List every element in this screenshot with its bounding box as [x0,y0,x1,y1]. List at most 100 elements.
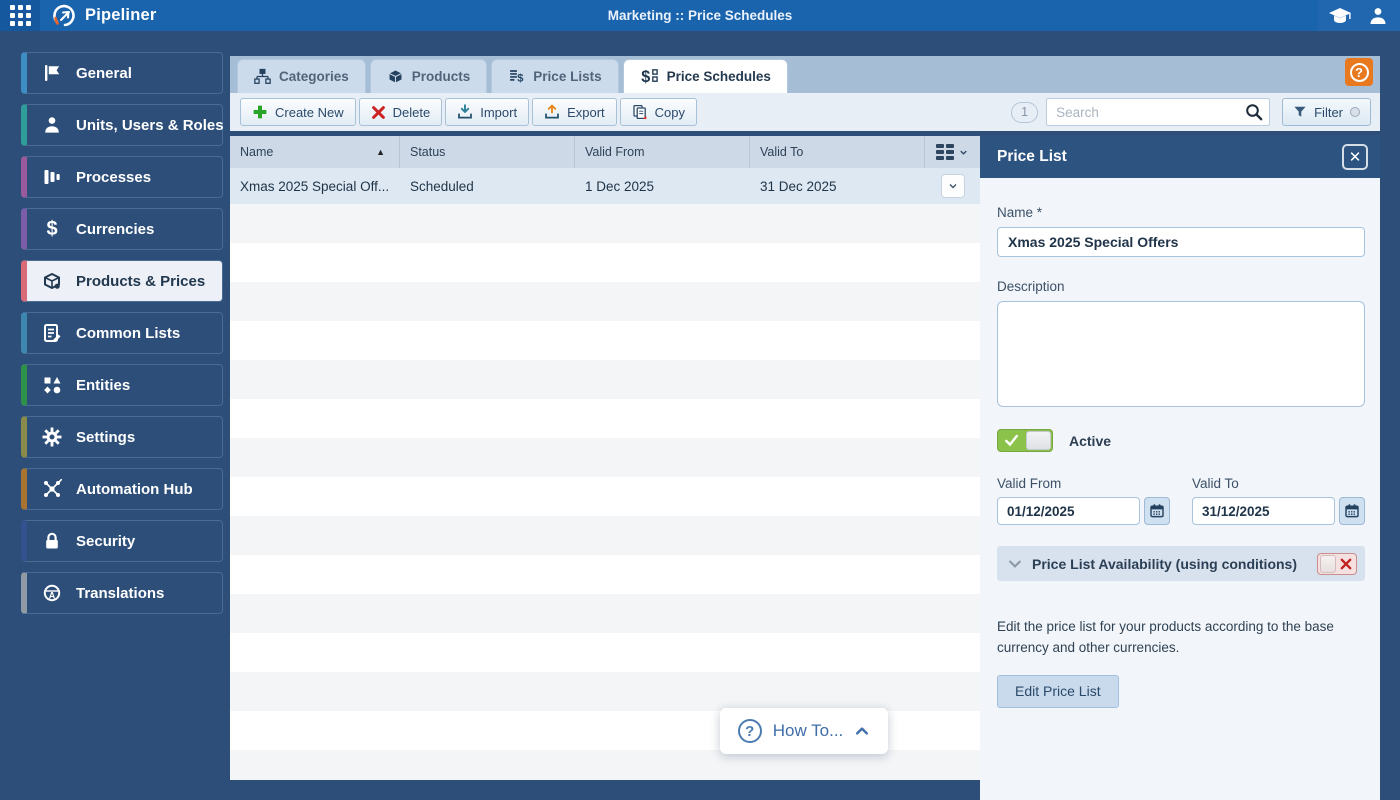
search-input[interactable] [1046,98,1270,126]
filter-button[interactable]: Filter [1282,98,1371,126]
delete-button[interactable]: Delete [359,98,443,126]
chevron-down-icon [947,180,959,192]
app-name: Pipeliner [85,6,157,25]
svg-text:A: A [49,591,56,601]
copy-icon [632,104,648,120]
calendar-icon [1344,503,1360,519]
tab-label: Price Lists [533,69,601,84]
sidebar-item-settings[interactable]: Settings [21,416,223,458]
table-row[interactable]: Xmas 2025 Special Off... Scheduled 1 Dec… [230,168,980,204]
export-button[interactable]: Export [532,98,617,126]
svg-text:$: $ [518,73,524,85]
price-list-panel: Price List ✕ Name * Description Active [980,135,1380,800]
sidebar-item-entities[interactable]: Entities [21,364,223,406]
column-header-status[interactable]: Status [400,136,575,168]
gear-icon [41,426,63,448]
active-label: Active [1069,433,1111,449]
copy-button[interactable]: Copy [620,98,697,126]
sidebar-item-label: Entities [76,377,130,394]
entities-icon [41,374,63,396]
toggle-knob [1026,431,1051,450]
help-button[interactable]: ? [1345,58,1373,86]
valid-from-calendar-button[interactable] [1144,497,1170,525]
calendar-icon [1149,503,1165,519]
valid-to-field[interactable] [1192,497,1335,525]
column-header-valid-to[interactable]: Valid To [750,136,925,168]
name-label: Name * [997,205,1363,220]
edit-hint-text: Edit the price list for your products ac… [997,617,1359,659]
sidebar-item-label: Security [76,533,135,550]
empty-rows-area [230,204,980,780]
common-lists-icon [41,322,63,344]
import-button[interactable]: Import [445,98,529,126]
check-icon [1004,433,1019,448]
valid-to-calendar-button[interactable] [1339,497,1365,525]
sidebar-item-common-lists[interactable]: Common Lists [21,312,223,354]
close-button[interactable]: ✕ [1342,144,1368,170]
learning-button[interactable] [1325,3,1355,29]
description-field[interactable] [997,301,1365,407]
column-header-valid-from[interactable]: Valid From [575,136,750,168]
how-to-label: How To... [773,721,844,741]
chevron-up-icon [854,723,870,739]
delete-x-icon [371,105,386,120]
availability-section-header[interactable]: Price List Availability (using condition… [997,546,1365,581]
export-icon [544,104,560,120]
sidebar-item-label: Translations [76,585,164,602]
description-label: Description [997,279,1363,294]
sidebar-item-general[interactable]: General [21,52,223,94]
create-new-button[interactable]: Create New [240,98,356,126]
tab-categories[interactable]: Categories [237,59,366,93]
profile-button[interactable] [1363,3,1393,29]
column-header-name[interactable]: Name ▲ [230,136,400,168]
lock-icon [41,530,63,552]
record-count-badge: 1 [1011,102,1038,123]
user-icon [1368,6,1388,26]
name-field[interactable] [997,227,1365,257]
tab-label: Categories [279,69,349,84]
import-icon [457,104,473,120]
waffle-icon [10,5,31,26]
page-title: Marketing :: Price Schedules [0,8,1400,23]
tab-price-lists[interactable]: $ Price Lists [491,59,618,93]
sidebar-item-automation-hub[interactable]: Automation Hub [21,468,223,510]
users-icon [41,114,63,136]
tab-products[interactable]: Products [370,59,488,93]
tab-price-schedules[interactable]: $ Price Schedules [623,59,788,93]
app-switcher-button[interactable] [0,0,40,31]
column-label: Status [410,145,445,159]
products-prices-icon [41,270,63,292]
toggle-knob [1320,555,1336,573]
sidebar-item-label: Currencies [76,221,154,238]
edit-price-list-button[interactable]: Edit Price List [997,675,1119,708]
categories-icon [254,68,271,85]
row-actions-dropdown[interactable] [941,174,965,198]
active-toggle[interactable] [997,429,1053,452]
sidebar-item-units-users-roles[interactable]: Units, Users & Roles [21,104,223,146]
sidebar-item-label: Common Lists [76,325,180,342]
how-to-button[interactable]: ? How To... [720,708,888,754]
sidebar-item-currencies[interactable]: $ Currencies [21,208,223,250]
table-header: Name ▲ Status Valid From Valid To [230,136,980,168]
sidebar-item-label: Settings [76,429,135,446]
sidebar-item-translations[interactable]: A Translations [21,572,223,614]
cell-valid-to: 31 Dec 2025 [750,179,925,194]
sidebar-item-security[interactable]: Security [21,520,223,562]
button-label: Export [567,105,605,120]
search-icon[interactable] [1244,102,1264,122]
tab-label: Products [412,69,471,84]
panel-title: Price List [997,148,1067,166]
sidebar-item-processes[interactable]: Processes [21,156,223,198]
panel-body: Name * Description Active Valid From [980,178,1380,708]
sidebar-item-label: Automation Hub [76,481,193,498]
active-toggle-row: Active [997,429,1363,452]
column-label: Valid From [585,145,645,159]
column-chooser[interactable] [925,136,980,168]
sidebar-item-products-prices[interactable]: Products & Prices [21,260,223,302]
valid-to-label: Valid To [1192,476,1365,491]
cell-status: Scheduled [400,179,575,194]
close-icon: ✕ [1349,148,1362,166]
valid-from-field[interactable] [997,497,1140,525]
availability-toggle[interactable] [1317,553,1357,575]
question-icon: ? [738,719,762,743]
